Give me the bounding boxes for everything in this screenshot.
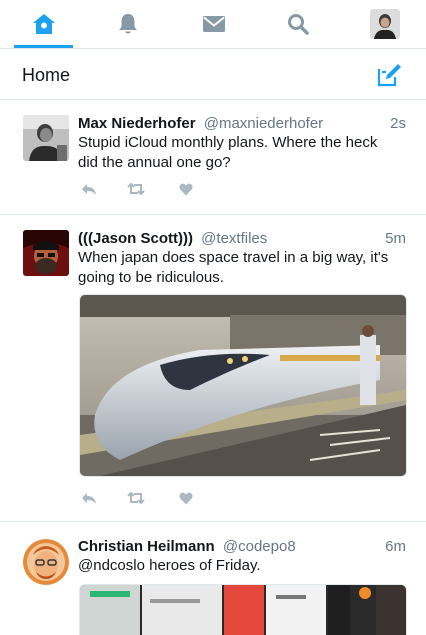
tweet-text: When japan does space travel in a big wa… (78, 249, 389, 286)
tweet[interactable]: (((Jason Scott))) @textfiles 5m When jap… (0, 215, 426, 522)
compose-icon (377, 64, 401, 87)
heart-icon (179, 492, 193, 504)
tweet-author-handle[interactable]: @codepo8 (223, 538, 296, 555)
tweet[interactable]: Christian Heilmann @codepo8 6m @ndcoslo … (0, 522, 426, 635)
search-icon (287, 14, 309, 35)
retweet-button[interactable] (127, 181, 145, 197)
user-photo (23, 539, 69, 585)
tweet-text: @ndcoslo heroes of Friday. (78, 557, 261, 574)
train-photo (80, 295, 406, 476)
reply-button[interactable] (80, 490, 98, 506)
nav-search[interactable] (268, 0, 327, 48)
tweet-timestamp[interactable]: 5m (385, 230, 406, 247)
tweet-author-name[interactable]: Christian Heilmann (78, 538, 215, 555)
envelope-icon (202, 16, 225, 32)
tweet-avatar[interactable] (23, 230, 69, 276)
tweet-author-handle[interactable]: @textfiles (201, 230, 267, 247)
retweet-icon (127, 492, 145, 504)
tweet-text: Stupid iCloud monthly plans. Where the h… (78, 134, 378, 171)
tweet-header: (((Jason Scott))) @textfiles 5m (78, 230, 406, 247)
retweet-button[interactable] (127, 490, 145, 506)
avatar (369, 9, 400, 39)
nav-messages[interactable] (184, 0, 243, 48)
tweet-timestamp[interactable]: 6m (385, 538, 406, 555)
timeline-header: Home (0, 49, 426, 100)
active-tab-indicator (14, 45, 73, 48)
compose-button[interactable] (376, 62, 402, 88)
heart-icon (179, 183, 193, 195)
nav-notifications[interactable] (98, 0, 157, 48)
tweet-header: Christian Heilmann @codepo8 6m (78, 538, 406, 555)
tweet-timestamp[interactable]: 2s (390, 115, 406, 132)
tweet-author-name[interactable]: Max Niederhofer (78, 115, 196, 132)
event-photo (80, 585, 406, 635)
reply-button[interactable] (80, 181, 98, 197)
home-icon (32, 14, 55, 34)
page-title: Home (22, 65, 71, 85)
bell-icon (118, 14, 137, 34)
tweet-media-image[interactable] (79, 294, 407, 477)
retweet-icon (127, 183, 145, 195)
reply-icon (82, 183, 96, 195)
user-photo (23, 115, 69, 161)
tweet-avatar[interactable] (23, 115, 69, 161)
user-photo (23, 230, 69, 276)
top-nav (0, 0, 426, 49)
tweet[interactable]: Max Niederhofer @maxniederhofer 2s Stupi… (0, 100, 426, 215)
tweet-avatar[interactable] (23, 539, 69, 585)
like-button[interactable] (177, 181, 195, 197)
nav-profile[interactable] (355, 0, 414, 48)
nav-home[interactable] (14, 0, 73, 48)
tweet-author-name[interactable]: (((Jason Scott))) (78, 230, 193, 247)
like-button[interactable] (177, 490, 195, 506)
tweet-media-image[interactable] (79, 584, 407, 635)
tweet-header: Max Niederhofer @maxniederhofer 2s (78, 115, 406, 132)
tweet-author-handle[interactable]: @maxniederhofer (204, 115, 323, 132)
reply-icon (82, 492, 96, 504)
